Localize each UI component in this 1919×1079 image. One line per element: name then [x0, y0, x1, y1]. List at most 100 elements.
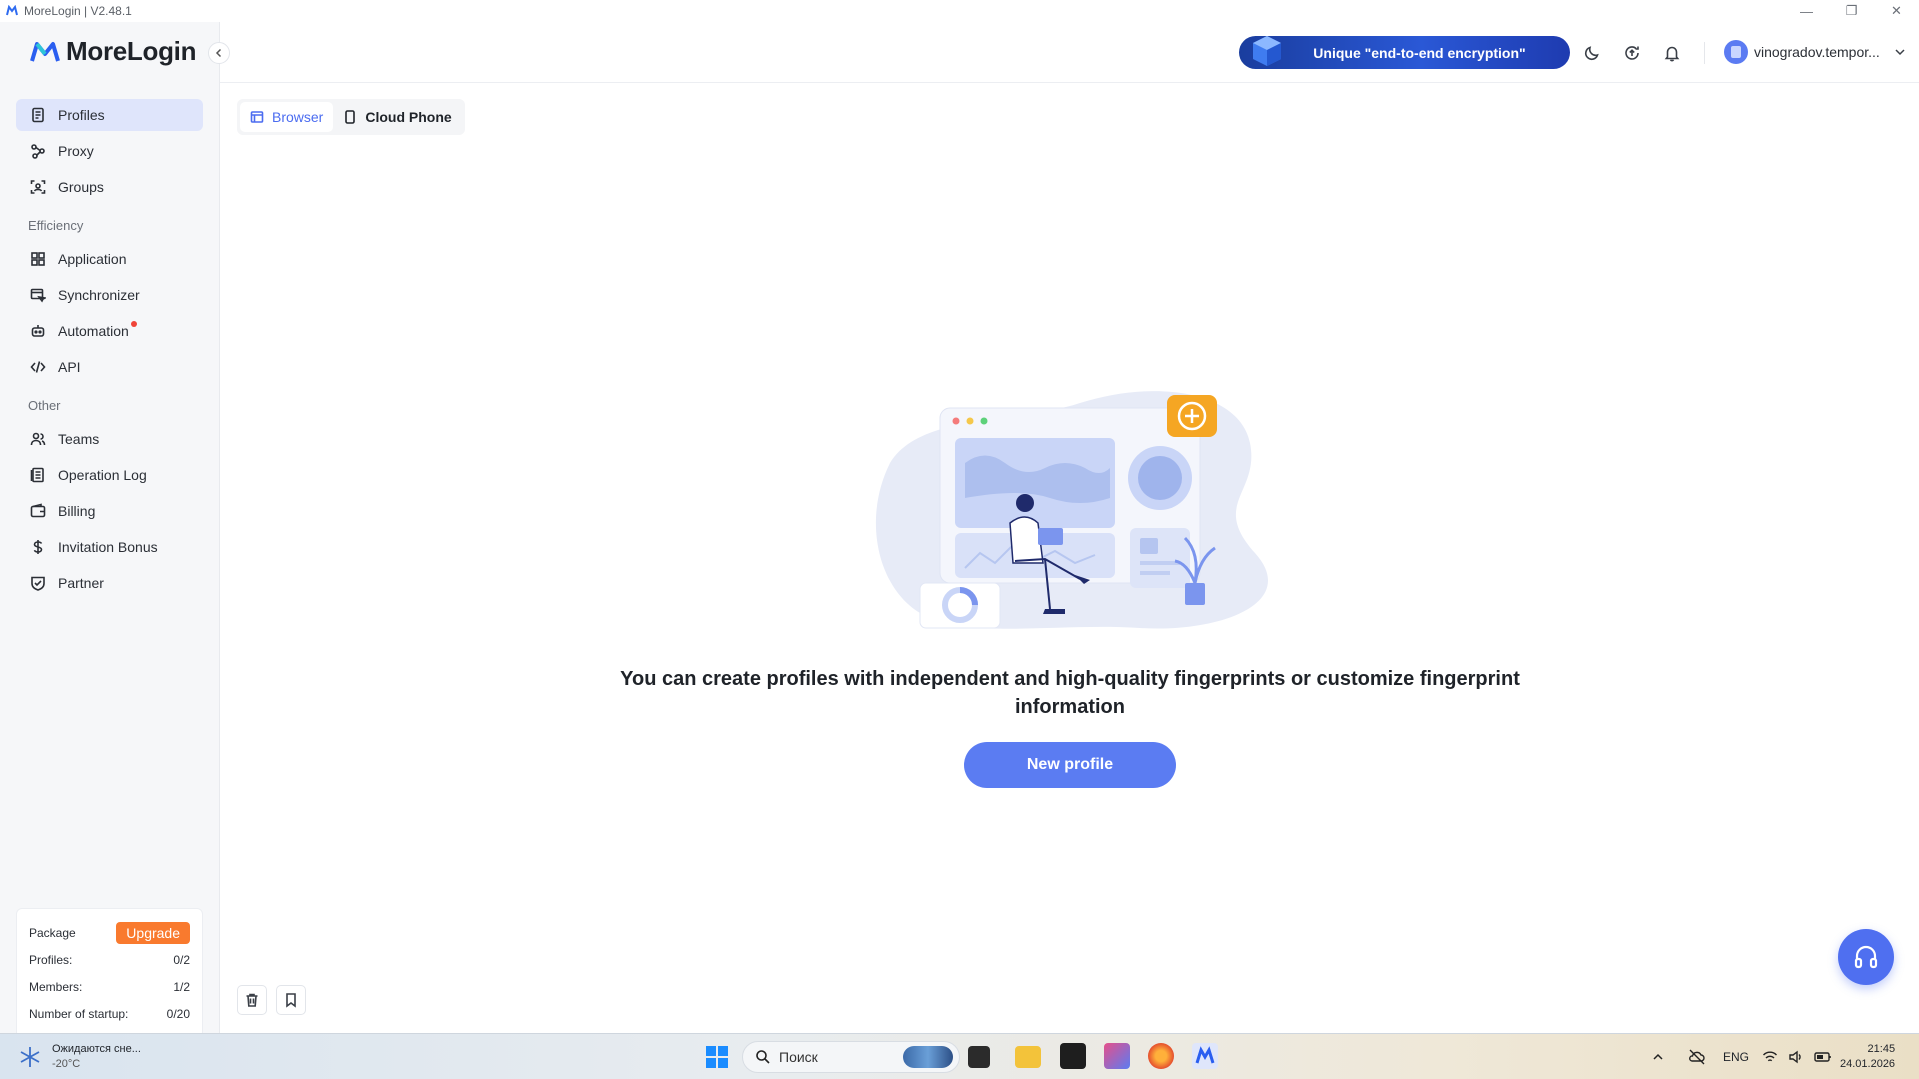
- code-icon: [30, 361, 46, 373]
- package-row: Members: 1/2: [29, 973, 190, 1000]
- notification-dot: [131, 321, 137, 327]
- app-logo-icon: [6, 5, 18, 16]
- handshake-icon: [31, 576, 45, 591]
- header-divider: [1704, 42, 1705, 64]
- proxy-icon: [31, 144, 45, 159]
- empty-state-message: You can create profiles with independent…: [620, 668, 1520, 718]
- sidebar-item-profiles[interactable]: Profiles: [16, 99, 203, 131]
- sidebar-item-partner[interactable]: Partner: [16, 567, 203, 599]
- sidebar-item-label: Invitation Bonus: [58, 539, 158, 555]
- headset-icon: [1854, 945, 1878, 969]
- file-explorer-icon[interactable]: [1015, 1046, 1041, 1068]
- search-icon: [756, 1050, 770, 1064]
- sidebar-item-label: API: [58, 359, 81, 375]
- volume-icon: [1789, 1050, 1801, 1064]
- package-panel: Package Upgrade Profiles: 0/2 Members: 1…: [16, 908, 203, 1038]
- weather-temp: -20°C: [52, 1058, 81, 1070]
- clock-date: 24.01.2026: [1840, 1058, 1896, 1070]
- package-row-label: Number of startup:: [29, 1006, 129, 1021]
- sidebar-item-label: Teams: [58, 431, 100, 447]
- notifications-button[interactable]: [1662, 43, 1682, 63]
- profile-type-tabs: Browser Cloud Phone: [237, 99, 465, 135]
- sidebar-item-groups[interactable]: Groups: [16, 171, 203, 203]
- new-profile-button[interactable]: New profile: [964, 742, 1176, 788]
- battery-icon: [1814, 1052, 1831, 1062]
- minimize-button[interactable]: —: [1784, 0, 1829, 22]
- sidebar-item-billing[interactable]: Billing: [16, 495, 203, 527]
- sidebar-item-operation-log[interactable]: Operation Log: [16, 459, 203, 491]
- sidebar-item-automation[interactable]: Automation: [16, 315, 203, 347]
- tray-overflow-button[interactable]: [1652, 1034, 1664, 1079]
- section-title-other: Other: [28, 397, 61, 413]
- log-icon: [30, 467, 44, 483]
- support-chat-button[interactable]: [1838, 929, 1894, 985]
- robot-icon: [31, 325, 45, 337]
- moon-icon: [1584, 46, 1599, 61]
- clock-time: 21:45: [1867, 1043, 1896, 1055]
- dollar-icon: [33, 540, 43, 554]
- promo-text: Unique "end-to-end encryption": [1313, 44, 1526, 61]
- sidebar-item-proxy[interactable]: Proxy: [16, 135, 203, 167]
- bookmark-icon: [286, 993, 296, 1008]
- system-clock[interactable]: 21:45 24.01.2026: [1840, 1042, 1895, 1072]
- package-label: Package: [29, 925, 76, 940]
- brand-name: MoreLogin: [66, 36, 197, 66]
- section-title-efficiency: Efficiency: [28, 217, 84, 233]
- package-row-value: 0/2: [173, 952, 190, 967]
- tab-browser[interactable]: Browser: [240, 102, 334, 132]
- tab-label: Cloud Phone: [365, 109, 452, 125]
- firefox-icon[interactable]: [1148, 1043, 1174, 1069]
- sync-status-button[interactable]: [1622, 43, 1642, 63]
- search-placeholder: Поиск: [779, 1049, 818, 1065]
- task-view-icon[interactable]: [968, 1046, 990, 1068]
- sidebar-nav: Profiles Proxy Groups Efficiency Applica…: [16, 99, 203, 603]
- sidebar-item-application[interactable]: Application: [16, 243, 203, 275]
- weather-title: Ожидаются сне...: [52, 1043, 141, 1055]
- sidebar-item-label: Groups: [58, 179, 104, 195]
- brand-logo[interactable]: MoreLogin: [30, 36, 196, 67]
- package-row-value: 0/20: [166, 1006, 190, 1021]
- cloud-offline-icon[interactable]: [1688, 1034, 1706, 1079]
- language-indicator[interactable]: ENG: [1723, 1034, 1749, 1079]
- sidebar-item-invitation-bonus[interactable]: Invitation Bonus: [16, 531, 203, 563]
- bookmark-button[interactable]: [276, 985, 306, 1015]
- encryption-promo-banner[interactable]: Unique "end-to-end encryption": [1239, 36, 1570, 69]
- chevron-down-icon: [1895, 49, 1905, 56]
- sidebar-item-api[interactable]: API: [16, 351, 203, 383]
- restore-button[interactable]: ❐: [1829, 0, 1874, 22]
- sidebar-item-label: Synchronizer: [58, 287, 140, 303]
- sidebar-item-teams[interactable]: Teams: [16, 423, 203, 455]
- sidebar-item-label: Operation Log: [58, 467, 147, 483]
- snowflake-icon: [20, 1047, 40, 1067]
- package-row-label: Profiles:: [29, 952, 73, 967]
- chevron-left-icon: [215, 48, 222, 58]
- tab-cloud-phone[interactable]: Cloud Phone: [333, 102, 461, 132]
- tab-label: Browser: [272, 109, 324, 125]
- window-titlebar: MoreLogin | V2.48.1 — ❐ ✕: [0, 0, 1919, 22]
- browser-icon: [250, 111, 264, 123]
- snipping-tool-icon[interactable]: [1104, 1043, 1130, 1069]
- grid-icon: [31, 252, 45, 266]
- windows-taskbar: Ожидаются сне... -20°C Поиск ENG 21:45 2…: [0, 1033, 1919, 1079]
- close-button[interactable]: ✕: [1874, 0, 1919, 22]
- user-name: vinogradov.tempor...: [1754, 44, 1880, 60]
- start-button[interactable]: [706, 1046, 728, 1068]
- upgrade-button[interactable]: Upgrade: [116, 921, 190, 944]
- phone-icon: [345, 110, 356, 124]
- top-header: Unique "end-to-end encryption" vinogrado…: [220, 22, 1919, 83]
- theme-toggle-button[interactable]: [1582, 43, 1602, 63]
- morelogin-taskbar-icon[interactable]: [1192, 1043, 1218, 1069]
- users-icon: [30, 432, 46, 446]
- terminal-icon[interactable]: [1060, 1043, 1086, 1069]
- package-row-label: Members:: [29, 979, 83, 994]
- taskbar-search[interactable]: Поиск: [742, 1041, 960, 1073]
- empty-profiles-illustration: [875, 391, 1268, 629]
- sidebar-item-synchronizer[interactable]: Synchronizer: [16, 279, 203, 311]
- collapse-sidebar-button[interactable]: [208, 42, 230, 64]
- user-menu[interactable]: vinogradov.tempor...: [1724, 40, 1906, 64]
- recycle-bin-button[interactable]: [237, 985, 267, 1015]
- chevron-up-icon: [1653, 1053, 1663, 1060]
- weather-widget[interactable]: Ожидаются сне... -20°C: [18, 1042, 141, 1072]
- system-tray-status[interactable]: [1762, 1034, 1832, 1079]
- wallet-icon: [30, 503, 46, 518]
